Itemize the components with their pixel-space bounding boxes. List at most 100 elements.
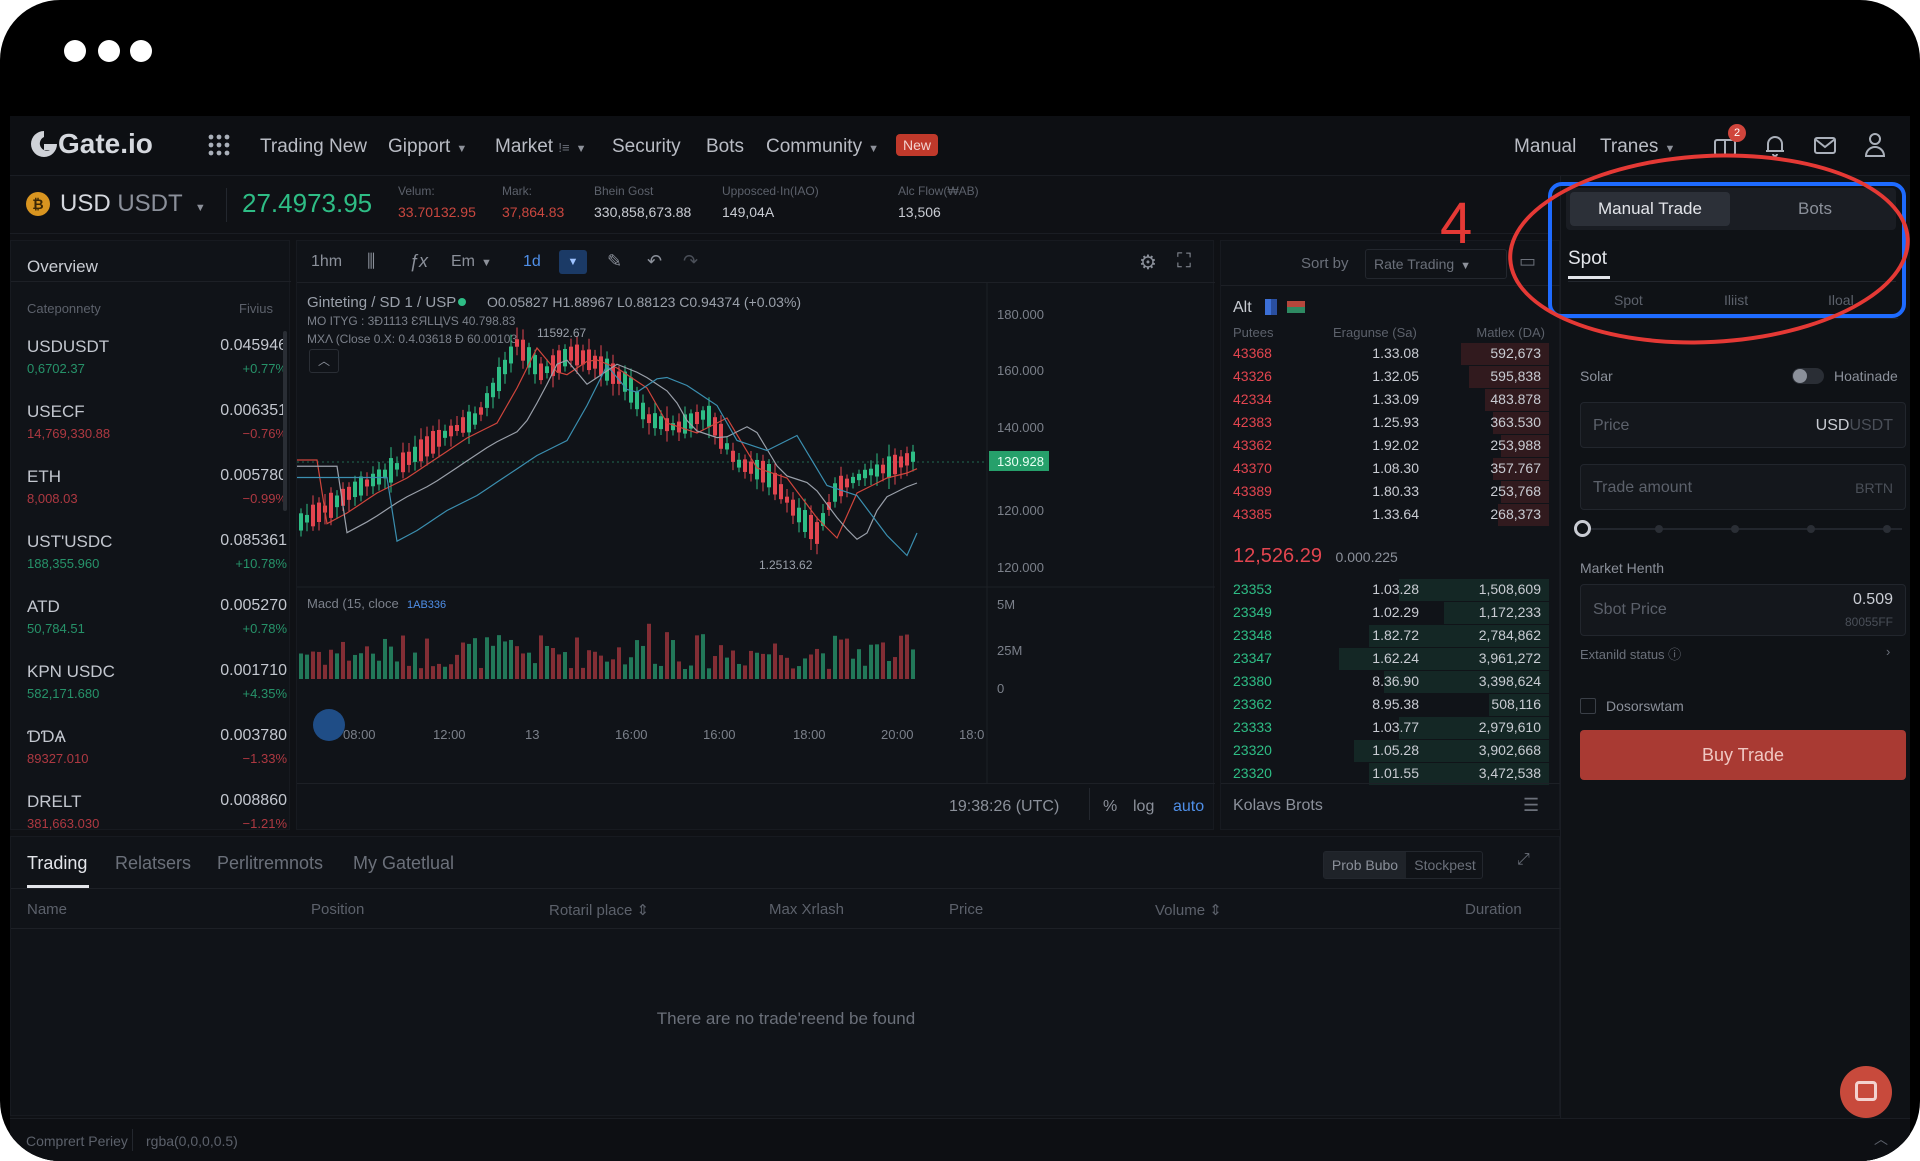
market-row[interactable]: KPN USDC 0.001710 582,171.680 +4.35%: [27, 662, 287, 726]
ask-row[interactable]: 42334 1.33.09 483.878: [1233, 389, 1549, 414]
ask-row[interactable]: 43389 1.80.33 253,768: [1233, 481, 1549, 506]
column-header-position[interactable]: Position: [311, 901, 364, 918]
ask-row[interactable]: 43370 1.08.30 357.767: [1233, 458, 1549, 483]
tab-alt[interactable]: Alt: [1233, 299, 1252, 317]
book-both-icon[interactable]: [1265, 299, 1277, 315]
bid-row[interactable]: 23380 8.36.90 3,398,624: [1233, 671, 1549, 696]
interval-button[interactable]: 1hm: [311, 253, 342, 271]
market-row[interactable]: USDUSDT 0.045946 0,6702.37 +0.77%: [27, 337, 287, 401]
column-header-price[interactable]: Price: [949, 901, 983, 918]
list-icon[interactable]: ☰: [1523, 795, 1539, 816]
checkbox[interactable]: [1580, 698, 1596, 714]
nav-tranes[interactable]: Tranes ▼: [1600, 136, 1675, 158]
tab-relatsers[interactable]: Relatsers: [115, 853, 191, 874]
nav-security[interactable]: Security: [612, 136, 681, 158]
candle: [761, 460, 765, 483]
market-row[interactable]: UST'USDC 0.085361 188,355.960 +10.78%: [27, 532, 287, 596]
redo-icon[interactable]: ↷: [683, 251, 698, 272]
apps-grid-icon[interactable]: [208, 134, 230, 156]
collapse-legend-button[interactable]: ︿: [309, 349, 339, 373]
chevron-down-icon[interactable]: ▼: [559, 250, 587, 274]
mail-icon[interactable]: [1812, 132, 1838, 158]
nav-trading-new[interactable]: Trading New: [260, 136, 367, 158]
order-book-footer[interactable]: Kolavs Brots: [1233, 797, 1323, 815]
settings-gear-icon[interactable]: ⚙: [1139, 250, 1157, 275]
bid-row[interactable]: 23333 1.03.77 2,979,610: [1233, 717, 1549, 742]
info-icon[interactable]: ⓘ: [1668, 647, 1681, 662]
log-toggle[interactable]: log: [1133, 798, 1154, 816]
bid-row[interactable]: 23348 1.82.72 2,784,862: [1233, 625, 1549, 650]
column-header-place[interactable]: Rotaril place ⇕: [549, 901, 649, 919]
bid-row[interactable]: 23362 8.95.38 508,116: [1233, 694, 1549, 719]
scrollbar[interactable]: [283, 331, 287, 511]
ask-row[interactable]: 43368 1.33.08 592,673: [1233, 343, 1549, 368]
bid-row[interactable]: 23353 1.03.28 1,508,609: [1233, 579, 1549, 604]
column-header-category[interactable]: Cateponnety: [27, 301, 101, 316]
tab-perlitremnots[interactable]: Perlitremnots: [217, 853, 323, 874]
market-volume: 50,784.51: [27, 621, 85, 636]
pair-base: USD: [60, 190, 111, 217]
chevron-icon[interactable]: ›: [1886, 644, 1890, 659]
market-row[interactable]: ATD 0.005270 50,784.51 +0.78%: [27, 597, 287, 661]
logo-text[interactable]: Gate.io: [58, 128, 153, 160]
spot-price-input[interactable]: Sbot Price 0.509 80055FF: [1580, 584, 1906, 636]
sort-select[interactable]: Rate Trading ▼: [1365, 249, 1507, 279]
toggle-switch[interactable]: [1792, 368, 1824, 384]
auto-toggle[interactable]: auto: [1173, 798, 1204, 816]
indicator-fx-icon[interactable]: ƒx: [409, 251, 428, 272]
draw-pencil-icon[interactable]: ✎: [607, 251, 622, 272]
chevron-up-icon[interactable]: ︿: [1874, 1129, 1888, 1149]
chat-support-button[interactable]: [1840, 1066, 1892, 1118]
indicator-select[interactable]: Em ▼: [451, 253, 492, 271]
nav-gipport[interactable]: Gipport ▼: [388, 136, 467, 158]
window-dot[interactable]: [98, 40, 120, 62]
nav-market[interactable]: Market !≡ ▼: [495, 136, 586, 158]
market-list-title[interactable]: Overview: [27, 257, 98, 277]
slider-step[interactable]: [1655, 525, 1663, 533]
column-header-price[interactable]: Fivius: [239, 301, 273, 316]
tab-my-gatetlual[interactable]: My Gatetlual: [353, 853, 454, 874]
slider-step[interactable]: [1731, 525, 1739, 533]
ask-row[interactable]: 43326 1.32.05 595,838: [1233, 366, 1549, 391]
market-row[interactable]: ETH 0.005780 8,008.03 −0.99%: [27, 467, 287, 531]
bid-row[interactable]: 23349 1.02.29 1,172,233: [1233, 602, 1549, 627]
slider-step[interactable]: [1883, 525, 1891, 533]
bell-icon[interactable]: [1762, 132, 1788, 158]
trade-amount-input[interactable]: Trade amount BRTN: [1580, 464, 1906, 510]
segment-stockpest[interactable]: Stockpest: [1408, 852, 1482, 878]
market-row[interactable]: USECF 0.006351 14,769,330.88 −0.76%: [27, 402, 287, 466]
window-dot[interactable]: [130, 40, 152, 62]
percent-toggle[interactable]: %: [1103, 798, 1117, 816]
buy-trade-button[interactable]: Buy Trade: [1580, 730, 1906, 780]
tab-trading[interactable]: Trading: [27, 853, 87, 874]
column-header-max[interactable]: Max Xrlash: [769, 901, 844, 918]
book-split-icon[interactable]: [1287, 301, 1305, 313]
pair-selector[interactable]: USD USDT ▼: [60, 190, 206, 218]
candlestick-chart[interactable]: Ginteting / SD 1 / USP O0.05827 H1.88967 …: [297, 283, 1215, 783]
nav-manual[interactable]: Manual: [1514, 136, 1576, 158]
ask-row[interactable]: 42383 1.25.93 363.530: [1233, 412, 1549, 437]
candle-type-icon[interactable]: ⫼: [367, 251, 375, 272]
column-header-duration[interactable]: Duration: [1465, 901, 1522, 918]
bid-row[interactable]: 23320 1.05.28 3,902,668: [1233, 740, 1549, 765]
column-header-name[interactable]: Name: [27, 901, 67, 918]
slider-handle[interactable]: [1574, 520, 1591, 537]
fullscreen-icon[interactable]: ⛶: [1177, 250, 1191, 273]
nav-community[interactable]: Community ▼: [766, 136, 879, 158]
window-dot[interactable]: [64, 40, 86, 62]
user-icon[interactable]: [1862, 130, 1888, 158]
price-input[interactable]: Price USDUSDT: [1580, 402, 1906, 448]
market-row[interactable]: ƊƊѦ 0.003780 89327.010 −1.33%: [27, 727, 287, 791]
bid-row[interactable]: 23320 1.01.55 3,472,538: [1233, 763, 1549, 788]
amount-slider[interactable]: [1582, 528, 1902, 530]
nav-bots[interactable]: Bots: [706, 136, 744, 158]
column-header-volume[interactable]: Volume ⇕: [1155, 901, 1222, 919]
ask-row[interactable]: 43362 1.92.02 253,988: [1233, 435, 1549, 460]
segment-prob-bubo[interactable]: Prob Bubo: [1324, 852, 1406, 878]
slider-step[interactable]: [1807, 525, 1815, 533]
range-1d-button[interactable]: 1d: [523, 253, 541, 271]
expand-icon[interactable]: ⤢: [1517, 851, 1530, 869]
undo-icon[interactable]: ↶: [647, 251, 662, 272]
ask-row[interactable]: 43385 1.33.64 268,373: [1233, 504, 1549, 529]
bid-row[interactable]: 23347 1.62.24 3,961,272: [1233, 648, 1549, 673]
